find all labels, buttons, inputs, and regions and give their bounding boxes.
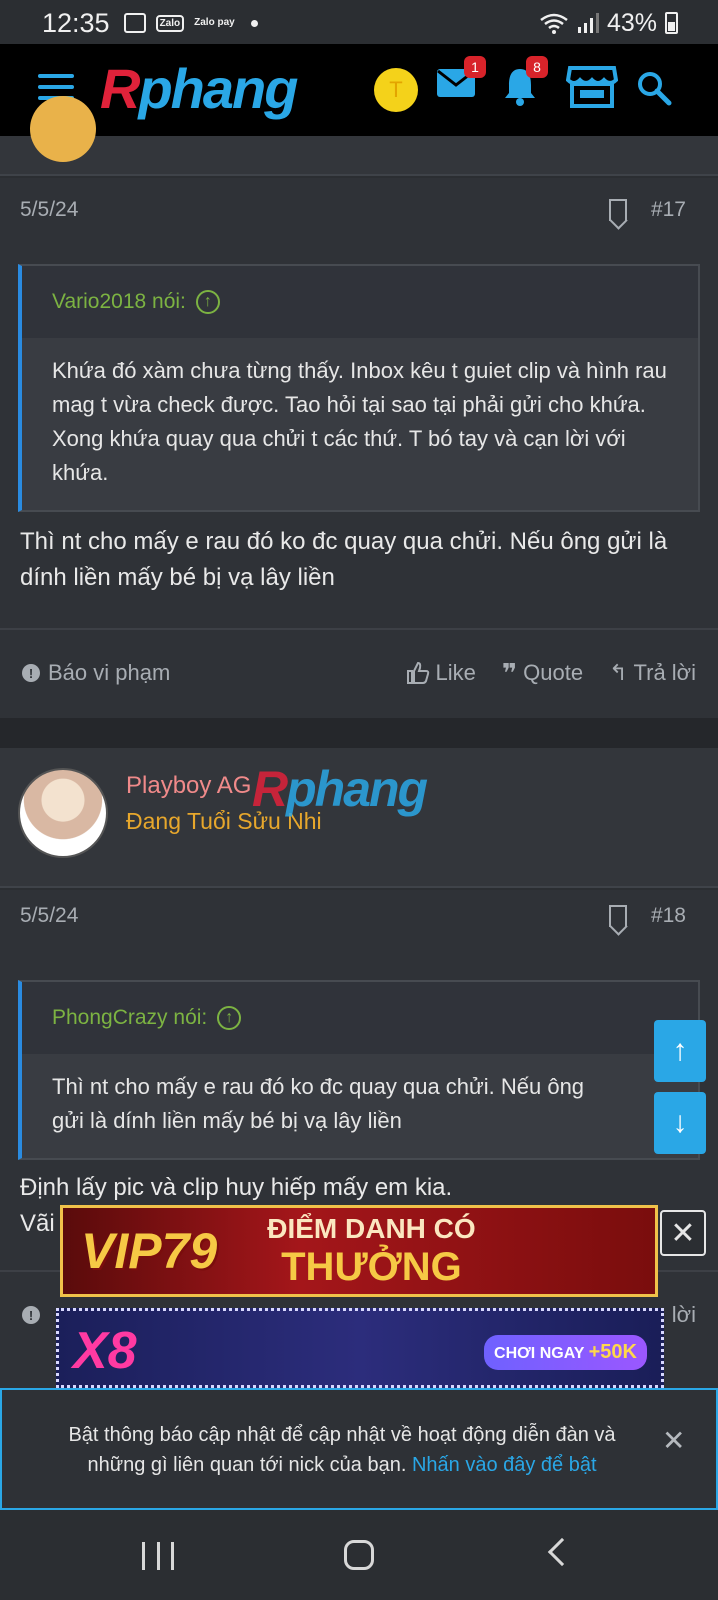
- ad-line1: ĐIỂM DANH CÓ: [267, 1212, 476, 1244]
- notification-text: Bật thông báo cập nhật để cập nhật về ho…: [68, 1424, 616, 1476]
- quote-block: Vario2018 nói: ↑ Khứa đó xàm chưa từng t…: [18, 264, 700, 512]
- gallery-icon: [123, 13, 146, 33]
- enable-notifications-link[interactable]: Nhấn vào đây để bật: [412, 1454, 597, 1476]
- previous-user-block: [0, 96, 718, 176]
- post-separator: [0, 718, 718, 748]
- post-message: Thì nt cho mấy e rau đó ko đc quay qua c…: [20, 528, 668, 591]
- quote-author[interactable]: Vario2018 nói:: [52, 290, 186, 314]
- notification-dot-icon: [250, 19, 258, 27]
- reply-label: Trả lời: [633, 660, 697, 685]
- status-time: 12:35: [42, 7, 110, 38]
- like-label: Like: [435, 660, 476, 685]
- signal-icon: [577, 13, 599, 33]
- quote-marks-icon: ❞: [501, 657, 518, 688]
- arrow-up-circle-icon[interactable]: ↑: [195, 290, 220, 314]
- quote-text: Khứa đó xàm chưa từng thấy. Inbox kêu t …: [22, 338, 698, 510]
- back-icon[interactable]: [547, 1537, 577, 1567]
- zalo-icon: Zalo: [155, 14, 185, 32]
- ad-banner-vip79[interactable]: VIP79 ĐIỂM DANH CÓ THƯỞNG: [60, 1205, 658, 1297]
- reply-icon: ↰: [609, 660, 628, 685]
- thumbs-up-icon: [406, 661, 429, 684]
- avatar[interactable]: [18, 768, 108, 858]
- system-nav-bar: [0, 1510, 718, 1600]
- battery-percent: 43%: [606, 8, 657, 37]
- search-icon: [638, 72, 672, 106]
- wifi-icon: [540, 13, 568, 34]
- alerts-badge: 8: [526, 56, 548, 78]
- close-icon: ✕: [670, 1216, 696, 1250]
- report-label: Báo vi phạm: [48, 660, 171, 685]
- search-button[interactable]: [636, 70, 672, 111]
- ad-line2: THƯỞNG: [281, 1244, 462, 1289]
- quote-header[interactable]: Vario2018 nói: ↑: [22, 266, 698, 338]
- post-18-user: Playboy AG Đang Tuổi Sửu Nhi Rphang: [0, 748, 718, 888]
- watermark-logo: Rphang: [252, 761, 428, 817]
- battery-icon: [665, 12, 678, 34]
- ad-banner-x8[interactable]: X8 CHƠI NGAY +50K: [56, 1308, 664, 1388]
- post-date[interactable]: 5/5/24: [20, 198, 78, 222]
- quote-block: PhongCrazy nói: ↑ Thì nt cho mấy e rau đ…: [18, 980, 700, 1160]
- quote-label: Quote: [523, 660, 584, 685]
- ad-x8-logo: X8: [73, 1322, 137, 1380]
- zalopay-icon: Zalo pay: [194, 17, 235, 28]
- alerts-button[interactable]: 8: [502, 56, 548, 111]
- bookmark-icon[interactable]: [608, 199, 627, 221]
- exclamation-icon: !: [22, 664, 40, 682]
- post-number[interactable]: #18: [651, 904, 686, 928]
- avatar[interactable]: [30, 96, 96, 162]
- ad-vip-logo: VIP79: [81, 1223, 218, 1279]
- quote-text: Thì nt cho mấy e rau đó ko đc quay qua c…: [22, 1054, 698, 1158]
- ad-play-button[interactable]: CHƠI NGAY +50K: [484, 1335, 647, 1370]
- quote-button[interactable]: ❞ Quote: [502, 658, 583, 689]
- arrow-up-icon: ↑: [672, 1034, 688, 1067]
- user-name[interactable]: Playboy AG: [126, 772, 251, 800]
- post-meta: 5/5/24 #18: [20, 904, 686, 928]
- scroll-top-button[interactable]: ↑: [654, 1020, 706, 1082]
- reply-button[interactable]: ↰ Trả lời: [609, 660, 696, 686]
- push-notification-banner: Bật thông báo cập nhật để cập nhật về ho…: [0, 1388, 718, 1510]
- site-logo[interactable]: Rphang: [100, 56, 298, 121]
- post-meta: 5/5/24 #17: [20, 198, 686, 222]
- close-icon[interactable]: ✕: [662, 1424, 685, 1457]
- reply-button[interactable]: lời: [672, 1302, 696, 1328]
- bookmark-icon[interactable]: [608, 905, 627, 927]
- post-actions: ! Báo vi phạm Like ❞ Quote ↰ Trả lời: [0, 628, 718, 716]
- quote-header[interactable]: PhongCrazy nói: ↑: [22, 982, 698, 1054]
- site-header: Rphang T 1 8: [0, 44, 718, 136]
- home-icon[interactable]: [344, 1540, 374, 1570]
- exclamation-icon: !: [22, 1306, 40, 1324]
- recents-icon[interactable]: [142, 1542, 174, 1570]
- like-button[interactable]: Like: [406, 660, 476, 686]
- post-number[interactable]: #17: [651, 198, 686, 222]
- store-icon: [565, 66, 619, 108]
- messages-badge: 1: [464, 56, 486, 78]
- messages-button[interactable]: 1: [436, 56, 486, 105]
- post-17: 5/5/24 #17 Vario2018 nói: ↑ Khứa đó xàm …: [0, 178, 718, 718]
- report-button[interactable]: ! Báo vi phạm: [22, 660, 170, 686]
- user-avatar-button[interactable]: T: [374, 68, 418, 112]
- arrow-up-circle-icon[interactable]: ↑: [217, 1006, 242, 1030]
- post-date[interactable]: 5/5/24: [20, 904, 78, 928]
- status-bar: 12:35 Zalo Zalo pay 43%: [0, 0, 718, 46]
- ad-close-button[interactable]: ✕: [660, 1210, 706, 1256]
- message-line: Định lấy pic và clip huy hiếp mấy em kia…: [20, 1174, 453, 1201]
- scroll-bottom-button[interactable]: ↓: [654, 1092, 706, 1154]
- report-button[interactable]: !: [22, 1306, 40, 1324]
- quote-author[interactable]: PhongCrazy nói:: [52, 1006, 207, 1030]
- store-button[interactable]: [565, 64, 619, 115]
- arrow-down-icon: ↓: [672, 1106, 688, 1139]
